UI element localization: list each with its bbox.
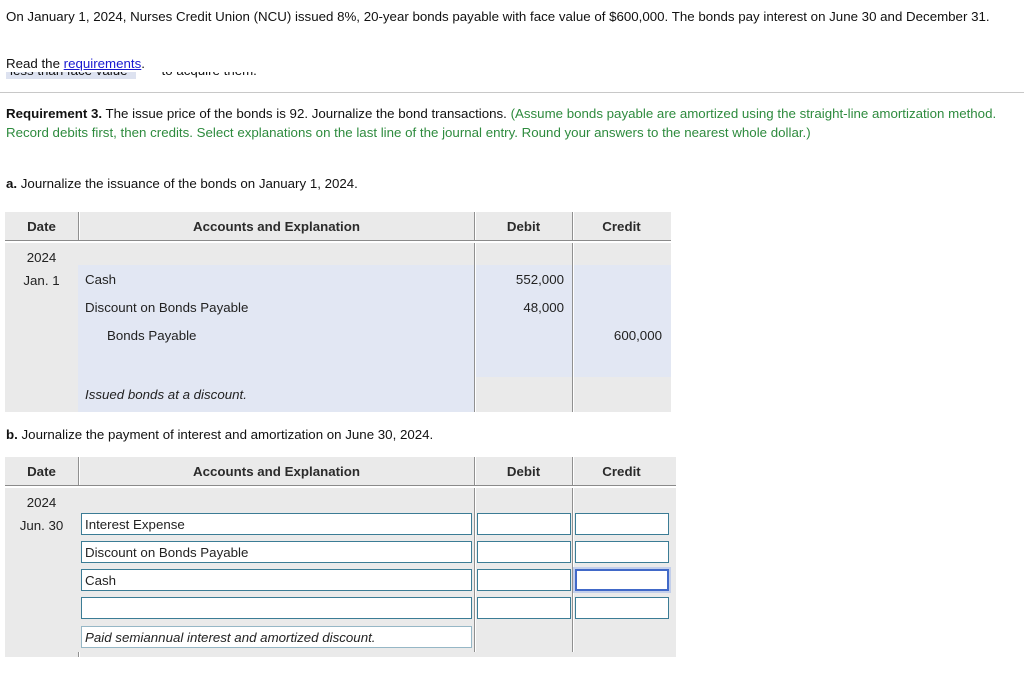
account-input-2[interactable]: Cash: [81, 569, 472, 591]
table-a-header-accounts: Accounts and Explanation: [78, 212, 474, 240]
journal-table-a: Date Accounts and Explanation Debit Cred…: [5, 212, 671, 412]
table-b-date-column: 2024 Jun. 30: [5, 488, 78, 657]
clipped-highlighted-text: less than face value: [6, 72, 136, 79]
table-b-header-date: Date: [27, 463, 56, 479]
table-a-explanation-credit: [572, 377, 670, 412]
table-a-spacer-account: [78, 243, 474, 265]
table-row: Interest Expense: [78, 510, 676, 538]
journal-table-b: Date Accounts and Explanation Debit Cred…: [5, 457, 676, 657]
table-b-header-credit: Credit: [572, 457, 670, 485]
table-b-header-row: Date Accounts and Explanation Debit Cred…: [5, 457, 676, 485]
table-a-account-1: Discount on Bonds Payable: [85, 299, 249, 315]
table-b-explanation-row: Paid semiannual interest and amortized d…: [78, 622, 676, 652]
problem-statement: On January 1, 2024, Nurses Credit Union …: [6, 9, 990, 24]
table-a-account-3: [78, 349, 474, 377]
credit-input-0[interactable]: [575, 513, 669, 535]
table-row: [78, 349, 671, 377]
table-row: Bonds Payable 600,000: [78, 321, 671, 349]
table-row: Cash: [78, 566, 676, 594]
requirement-label: Requirement 3.: [6, 106, 103, 121]
table-a-body: Cash 552,000 Discount on Bonds Payable 4…: [78, 243, 671, 412]
requirement-block: Requirement 3. The issue price of the bo…: [6, 104, 1020, 142]
table-b-explanation-debit: [474, 622, 572, 652]
read-prefix-text: Read the: [6, 56, 64, 71]
table-b-date-year: 2024: [26, 495, 57, 510]
table-row: Cash 552,000: [78, 265, 671, 293]
read-suffix-text: .: [141, 56, 145, 71]
table-a-credit-0: [572, 265, 670, 293]
table-a-spacer-debit: [474, 243, 572, 265]
table-a-debit-1: 48,000: [474, 293, 572, 321]
part-a-letter: a.: [6, 176, 18, 191]
table-a-credit-2: 600,000: [572, 321, 670, 349]
requirement-black-text: The issue price of the bonds is 92. Jour…: [102, 106, 511, 121]
table-row: Discount on Bonds Payable 48,000: [78, 293, 671, 321]
explanation-input[interactable]: Paid semiannual interest and amortized d…: [81, 626, 472, 648]
account-input-0[interactable]: Interest Expense: [81, 513, 472, 535]
part-b-text: Journalize the payment of interest and a…: [17, 427, 434, 442]
table-a-header-date: Date: [27, 218, 56, 234]
part-b-instruction: b. Journalize the payment of interest an…: [6, 427, 433, 442]
credit-input-1[interactable]: [575, 541, 669, 563]
part-b-letter: b.: [6, 427, 18, 442]
table-b-spacer-debit: [474, 488, 572, 510]
table-b-spacer-row: [78, 488, 676, 510]
table-b-spacer-credit: [572, 488, 670, 510]
table-a-explanation: Issued bonds at a discount.: [78, 377, 474, 412]
table-b-body: Interest Expense Discount on Bonds Payab…: [78, 488, 676, 652]
table-b-spacer-account: [78, 488, 474, 510]
debit-input-1[interactable]: [477, 541, 571, 563]
read-requirements-line: Read the requirements.: [6, 56, 145, 71]
table-a-header-debit: Debit: [474, 212, 572, 240]
clipped-tail-text: to acquire them.: [162, 72, 257, 78]
account-input-1[interactable]: Discount on Bonds Payable: [81, 541, 472, 563]
clipped-text-row: less than face value to acquire them.: [0, 72, 1024, 92]
part-a-instruction: a. Journalize the issuance of the bonds …: [6, 176, 358, 191]
section-divider: [0, 92, 1024, 93]
requirements-link[interactable]: requirements: [64, 56, 142, 71]
account-input-3[interactable]: [81, 597, 472, 619]
table-a-debit-2: [474, 321, 572, 349]
table-row: Discount on Bonds Payable: [78, 538, 676, 566]
table-a-debit-0: 552,000: [474, 265, 572, 293]
table-a-explanation-row: Issued bonds at a discount.: [78, 377, 671, 412]
table-a-spacer-row: [78, 243, 671, 265]
table-row: [78, 594, 676, 622]
debit-input-2[interactable]: [477, 569, 571, 591]
credit-input-2[interactable]: [575, 569, 669, 591]
table-a-header-row: Date Accounts and Explanation Debit Cred…: [5, 212, 671, 240]
table-a-date-year: 2024: [26, 250, 57, 265]
table-a-header-credit: Credit: [572, 212, 670, 240]
table-a-explanation-debit: [474, 377, 572, 412]
table-a-account-2: Bonds Payable: [107, 327, 197, 343]
part-a-text: Journalize the issuance of the bonds on …: [17, 176, 358, 191]
table-a-spacer-credit: [572, 243, 670, 265]
table-a-credit-1: [572, 293, 670, 321]
table-a-credit-3: [572, 349, 670, 377]
debit-input-3[interactable]: [477, 597, 571, 619]
table-a-debit-3: [474, 349, 572, 377]
table-b-explanation-credit: [572, 622, 670, 652]
table-b-date-day: Jun. 30: [19, 518, 64, 533]
table-a-account-0: Cash: [85, 271, 117, 287]
table-a-date-day: Jan. 1: [23, 273, 60, 288]
credit-input-3[interactable]: [575, 597, 669, 619]
debit-input-0[interactable]: [477, 513, 571, 535]
table-a-date-column: 2024 Jan. 1: [5, 243, 78, 412]
table-b-header-accounts: Accounts and Explanation: [78, 457, 474, 485]
table-b-header-debit: Debit: [474, 457, 572, 485]
